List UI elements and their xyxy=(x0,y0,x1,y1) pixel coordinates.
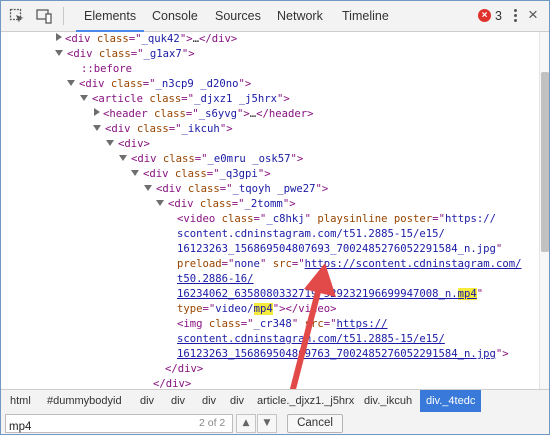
closing-tag[interactable]: </div> xyxy=(165,362,203,377)
tab-timeline[interactable]: Timeline xyxy=(342,1,389,31)
breadcrumb-item[interactable]: div xyxy=(230,390,244,412)
search-match-highlight: mp4 xyxy=(457,288,477,300)
dom-node[interactable]: <div> xyxy=(106,137,150,152)
search-match-count: 2 of 2 xyxy=(199,417,226,429)
img-src-value[interactable]: scontent.cdninstagram.com/t51.2885-15/e1… xyxy=(177,332,445,347)
dom-node[interactable]: <div class="_tqoyh _pwe27"> xyxy=(144,182,328,197)
toolbar-divider xyxy=(63,7,64,25)
error-x-icon[interactable]: × xyxy=(478,9,491,22)
video-node[interactable]: <video class="_c8hkj" playsinline poster… xyxy=(177,212,496,227)
breadcrumb-item[interactable]: div._ikcuh xyxy=(364,390,412,412)
dom-pseudo-element[interactable]: ::before xyxy=(81,62,132,77)
video-poster-value: scontent.cdninstagram.com/t51.2885-15/e1… xyxy=(177,228,445,240)
collapse-arrow-icon[interactable] xyxy=(106,140,114,146)
breadcrumb: html #dummybodyid div div div div articl… xyxy=(1,389,549,413)
collapse-arrow-icon[interactable] xyxy=(156,200,164,206)
breadcrumb-item[interactable]: #dummybodyid xyxy=(47,390,122,412)
dom-node[interactable]: <article class="_djxz1 _j5hrx"> xyxy=(80,92,290,107)
tab-console[interactable]: Console xyxy=(152,1,198,31)
close-devtools-icon[interactable]: × xyxy=(528,5,538,25)
tab-network[interactable]: Network xyxy=(277,1,323,31)
breadcrumb-item[interactable]: html xyxy=(10,390,31,412)
collapse-arrow-icon[interactable] xyxy=(131,170,139,176)
collapse-arrow-icon[interactable] xyxy=(119,155,127,161)
dom-node[interactable]: <div class="_g1ax7"> xyxy=(55,47,195,62)
search-bar: 2 of 2 ▲ ▼ Cancel xyxy=(1,412,549,434)
dom-node[interactable]: <div class="_e0mru _osk57"> xyxy=(119,152,303,167)
collapse-arrow-icon[interactable] xyxy=(80,95,88,101)
img-node[interactable]: <img class="_cr348" src="https:// xyxy=(177,317,388,332)
video-attributes: preload="none" src="https://scontent.cdn… xyxy=(177,258,522,270)
video-poster-value: 16123263_156869504807693_700248527605229… xyxy=(177,243,503,255)
search-field: 2 of 2 xyxy=(5,414,233,434)
expand-arrow-icon[interactable] xyxy=(94,108,100,116)
closing-tag[interactable]: </div> xyxy=(153,377,191,389)
breadcrumb-item[interactable]: div xyxy=(171,390,185,412)
device-toolbar-icon[interactable] xyxy=(36,8,52,24)
dom-node[interactable]: <div class="_q3gpi"> xyxy=(131,167,271,182)
video-src-value[interactable]: 16234062_6358080332719_52923219669994700… xyxy=(177,287,483,302)
video-src-value[interactable]: t50.2886-16/ xyxy=(177,272,254,287)
scrollbar-thumb[interactable] xyxy=(541,72,549,252)
dom-node[interactable]: <div class="_quk42">…</div> xyxy=(55,32,237,47)
expand-arrow-icon[interactable] xyxy=(56,33,62,41)
chevron-up-icon[interactable]: ▲ xyxy=(236,414,256,433)
more-menu-icon[interactable] xyxy=(514,9,517,24)
inspect-element-icon[interactable] xyxy=(9,8,25,24)
tab-sources[interactable]: Sources xyxy=(215,1,261,31)
vertical-scrollbar[interactable] xyxy=(539,32,549,389)
img-src-value[interactable]: 16123263_156869504869763_700248527605229… xyxy=(177,347,509,362)
collapse-arrow-icon[interactable] xyxy=(55,50,63,56)
breadcrumb-item-selected[interactable]: div._4tedc xyxy=(420,390,482,412)
dom-node[interactable]: <header class="_s6yvg">…</header> xyxy=(93,107,314,122)
breadcrumb-item[interactable]: article._djxz1._j5hrx xyxy=(257,390,354,412)
search-input[interactable] xyxy=(6,418,159,434)
dom-node[interactable]: <div class="_n3cp9 _d20no"> xyxy=(67,77,251,92)
devtools-window: Elements Console Sources Network Timelin… xyxy=(0,0,550,435)
collapse-arrow-icon[interactable] xyxy=(144,185,152,191)
search-match-highlight: mp4 xyxy=(253,303,273,315)
dom-node[interactable]: <div class="_ikcuh"> xyxy=(93,122,233,137)
img-src-link[interactable]: https:// xyxy=(337,318,388,330)
collapse-arrow-icon[interactable] xyxy=(67,80,75,86)
cancel-button[interactable]: Cancel xyxy=(287,414,343,433)
video-type-attr: type="video/mp4"></video> xyxy=(177,303,337,315)
video-src-link[interactable]: https://scontent.cdninstagram.com/ xyxy=(305,258,522,270)
dom-node[interactable]: <div class="_2tomm"> xyxy=(156,197,296,212)
error-count[interactable]: 3 xyxy=(495,1,502,31)
devtools-toolbar: Elements Console Sources Network Timelin… xyxy=(1,1,549,32)
chevron-down-icon[interactable]: ▼ xyxy=(257,414,277,433)
dom-tree: <div class="_quk42">…</div> <div class="… xyxy=(1,32,539,389)
breadcrumb-item[interactable]: div xyxy=(202,390,216,412)
collapse-arrow-icon[interactable] xyxy=(93,125,101,131)
breadcrumb-item[interactable]: div xyxy=(140,390,154,412)
tab-elements[interactable]: Elements xyxy=(75,1,145,32)
